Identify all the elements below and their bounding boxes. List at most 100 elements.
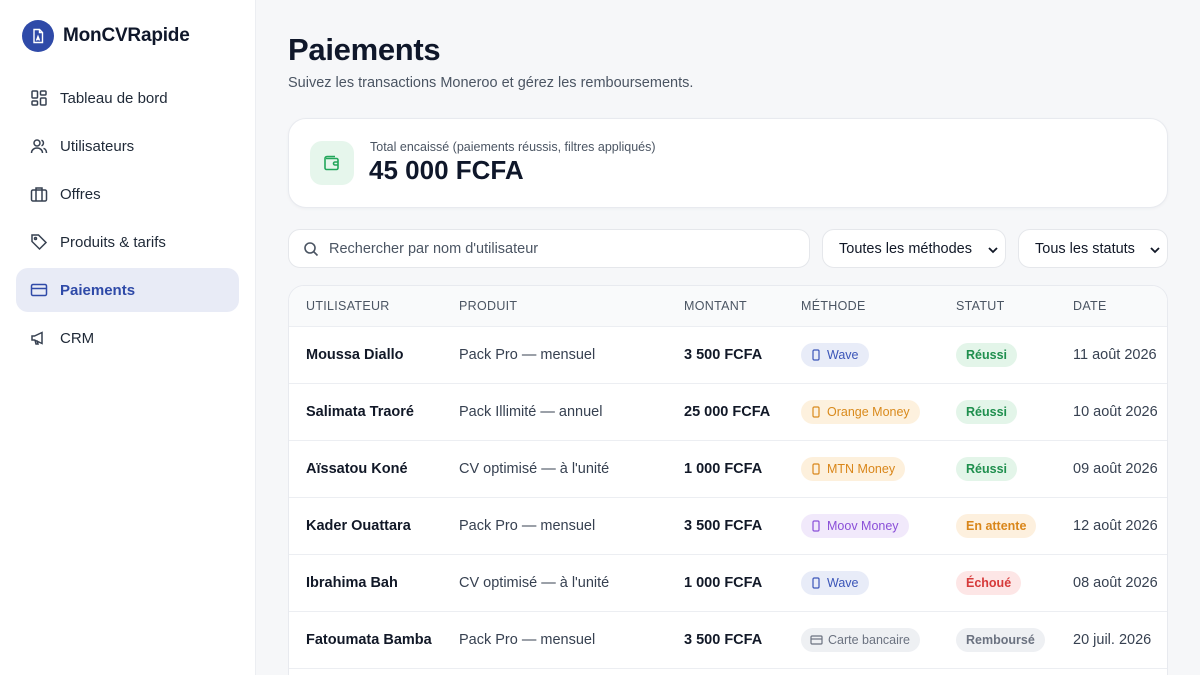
- briefcase-icon: [30, 187, 48, 202]
- column-header-amount[interactable]: MONTANT: [684, 299, 747, 313]
- payment-date: 09 août 2026: [1073, 461, 1158, 477]
- table-header: UTILISATEUR PRODUIT MONTANT MÉTHODE STAT…: [289, 286, 1167, 327]
- table-row[interactable]: Fatoumata Bamba Pack Pro — mensuel 3 500 F…: [289, 612, 1167, 669]
- sidebar-nav: Tableau de bord Utilisateurs Offres Prod…: [16, 76, 239, 364]
- product-name: CV optimisé — à l'unité: [459, 575, 610, 591]
- search-box[interactable]: [288, 229, 810, 268]
- file-user-icon: [22, 20, 54, 52]
- method-cell: Wave: [801, 571, 869, 595]
- sidebar-item-dashboard[interactable]: Tableau de bord: [16, 76, 239, 120]
- user-name: Fatoumata Bamba: [306, 632, 432, 648]
- status-cell: Réussi: [956, 343, 1017, 367]
- page-title: Paiements: [288, 32, 441, 67]
- amount: 25 000 FCFA: [684, 404, 771, 420]
- method-filter-select[interactable]: Toutes les méthodes: [822, 229, 1006, 268]
- column-header-method[interactable]: MÉTHODE: [801, 299, 866, 313]
- product-name: Pack Pro — mensuel: [459, 347, 596, 363]
- payment-date: 08 août 2026: [1073, 575, 1158, 591]
- phone-icon: [812, 349, 820, 361]
- table-body: Moussa Diallo Pack Pro — mensuel 3 500 FCF…: [289, 327, 1167, 669]
- user-name: Aïssatou Koné: [306, 461, 408, 477]
- method-pill: Wave: [801, 343, 869, 367]
- chevron-down-icon: [1150, 247, 1160, 254]
- status-cell: Réussi: [956, 457, 1017, 481]
- method-pill: Moov Money: [801, 514, 909, 538]
- phone-icon: [812, 463, 820, 475]
- status-badge: Échoué: [956, 571, 1022, 595]
- summary-label: Total encaissé (paiements réussis, filtr…: [370, 140, 656, 154]
- tag-icon: [31, 234, 48, 251]
- method-label: Orange Money: [827, 405, 910, 419]
- sidebar: MonCVRapide Tableau de bord Utilisateurs…: [0, 0, 256, 675]
- table-row[interactable]: Kader Ouattara Pack Pro — mensuel 3 500 FC…: [289, 498, 1167, 555]
- method-cell: Carte bancaire: [801, 628, 920, 652]
- summary-value: 45 000 FCFA: [369, 155, 524, 185]
- method-cell: MTN Money: [801, 457, 906, 481]
- method-pill: Orange Money: [801, 400, 920, 424]
- table-row[interactable]: Salimata Traoré Pack Illimité — annuel 25 …: [289, 384, 1167, 441]
- phone-icon: [812, 406, 820, 418]
- status-badge: Réussi: [956, 457, 1017, 481]
- method-pill: Carte bancaire: [801, 628, 920, 652]
- sidebar-item-users[interactable]: Utilisateurs: [16, 124, 239, 168]
- page-subtitle: Suivez les transactions Moneroo et gérez…: [288, 75, 694, 91]
- chevron-down-icon: [988, 247, 998, 254]
- sidebar-item-label: Tableau de bord: [60, 89, 168, 107]
- user-name: Moussa Diallo: [306, 347, 404, 363]
- user-name: Kader Ouattara: [306, 518, 411, 534]
- amount: 3 500 FCFA: [684, 347, 763, 363]
- column-header-date[interactable]: DATE: [1073, 299, 1107, 313]
- method-pill: Wave: [801, 571, 869, 595]
- status-filter-select[interactable]: Tous les statuts: [1018, 229, 1168, 268]
- method-filter-value: Toutes les méthodes: [839, 240, 972, 257]
- amount: 3 500 FCFA: [684, 518, 763, 534]
- payment-date: 12 août 2026: [1073, 518, 1158, 534]
- column-header-product[interactable]: PRODUIT: [459, 299, 517, 313]
- phone-icon: [812, 520, 820, 532]
- user-name: Ibrahima Bah: [306, 575, 398, 591]
- amount: 1 000 FCFA: [684, 461, 763, 477]
- search-icon: [304, 241, 319, 256]
- brand[interactable]: MonCVRapide: [22, 20, 190, 52]
- search-input[interactable]: [329, 240, 789, 257]
- product-name: Pack Pro — mensuel: [459, 632, 596, 648]
- wallet-icon: [310, 141, 354, 185]
- method-label: MTN Money: [827, 462, 896, 476]
- method-label: Moov Money: [827, 519, 899, 533]
- sidebar-item-crm[interactable]: CRM: [16, 316, 239, 360]
- sidebar-item-payments[interactable]: Paiements: [16, 268, 239, 312]
- payment-date: 20 juil. 2026: [1073, 632, 1152, 648]
- amount: 1 000 FCFA: [684, 575, 763, 591]
- sidebar-item-label: Produits & tarifs: [60, 233, 166, 251]
- sidebar-item-label: Offres: [60, 185, 101, 203]
- method-label: Wave: [827, 576, 859, 590]
- product-name: CV optimisé — à l'unité: [459, 461, 610, 477]
- credit-card-icon: [30, 283, 48, 297]
- table-row[interactable]: Ibrahima Bah CV optimisé — à l'unité 1 000…: [289, 555, 1167, 612]
- status-cell: Remboursé: [956, 628, 1045, 652]
- column-header-status[interactable]: STATUT: [956, 299, 1005, 313]
- sidebar-item-label: CRM: [60, 329, 95, 347]
- table-row[interactable]: Aïssatou Koné CV optimisé — à l'unité 1 00…: [289, 441, 1167, 498]
- payments-table: UTILISATEUR PRODUIT MONTANT MÉTHODE STAT…: [288, 285, 1168, 675]
- megaphone-icon: [31, 331, 43, 345]
- user-name: Salimata Traoré: [306, 404, 414, 420]
- status-badge: Réussi: [956, 400, 1017, 424]
- status-badge: Remboursé: [956, 628, 1045, 652]
- dashboard-icon: [31, 90, 47, 106]
- method-cell: Wave: [801, 343, 869, 367]
- column-header-user[interactable]: UTILISATEUR: [306, 299, 390, 313]
- users-icon: [30, 139, 48, 154]
- status-badge: Réussi: [956, 343, 1017, 367]
- sidebar-item-label: Paiements: [60, 281, 136, 299]
- sidebar-item-products[interactable]: Produits & tarifs: [16, 220, 239, 264]
- table-row[interactable]: Moussa Diallo Pack Pro — mensuel 3 500 FCF…: [289, 327, 1167, 384]
- payment-date: 10 août 2026: [1073, 404, 1158, 420]
- status-badge: En attente: [956, 514, 1037, 538]
- sidebar-item-label: Utilisateurs: [60, 137, 135, 155]
- amount: 3 500 FCFA: [684, 632, 763, 648]
- method-cell: Orange Money: [801, 400, 920, 424]
- status-cell: En attente: [956, 514, 1037, 538]
- sidebar-item-offers[interactable]: Offres: [16, 172, 239, 216]
- product-name: Pack Pro — mensuel: [459, 518, 596, 534]
